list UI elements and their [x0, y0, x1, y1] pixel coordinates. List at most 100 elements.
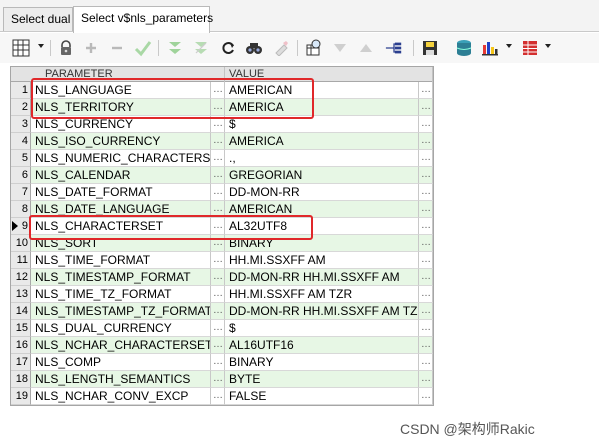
- cell-ellipsis-button[interactable]: …: [211, 235, 225, 252]
- cell-ellipsis-button[interactable]: …: [419, 184, 433, 201]
- cell-parameter[interactable]: NLS_ISO_CURRENCY: [31, 133, 211, 150]
- cell-ellipsis-button[interactable]: …: [211, 371, 225, 388]
- table-row[interactable]: 8 NLS_DATE_LANGUAGE… AMERICAN…: [11, 201, 433, 218]
- cell-parameter[interactable]: NLS_SORT: [31, 235, 211, 252]
- cell-ellipsis-button[interactable]: …: [211, 218, 225, 235]
- cell-parameter[interactable]: NLS_DATE_FORMAT: [31, 184, 211, 201]
- row-number[interactable]: 19: [11, 388, 31, 405]
- cell-ellipsis-button[interactable]: …: [211, 303, 225, 320]
- delete-record-icon[interactable]: [108, 39, 126, 57]
- cell-ellipsis-button[interactable]: …: [419, 133, 433, 150]
- cell-value[interactable]: BYTE: [225, 371, 419, 388]
- cell-ellipsis-button[interactable]: …: [211, 99, 225, 116]
- table-row[interactable]: 6 NLS_CALENDAR… GREGORIAN…: [11, 167, 433, 184]
- lock-icon[interactable]: [57, 39, 75, 57]
- find-icon[interactable]: [245, 39, 263, 57]
- row-number[interactable]: 13: [11, 286, 31, 303]
- cell-ellipsis-button[interactable]: …: [211, 286, 225, 303]
- row-number[interactable]: 5: [11, 150, 31, 167]
- cell-ellipsis-button[interactable]: …: [419, 116, 433, 133]
- cell-value[interactable]: GREGORIAN: [225, 167, 419, 184]
- cell-parameter[interactable]: NLS_NCHAR_CONV_EXCP: [31, 388, 211, 405]
- cell-ellipsis-button[interactable]: …: [211, 337, 225, 354]
- cell-ellipsis-button[interactable]: …: [211, 320, 225, 337]
- save-icon[interactable]: [421, 39, 439, 57]
- cell-value[interactable]: $: [225, 116, 419, 133]
- export-icon[interactable]: [385, 39, 403, 57]
- cell-value[interactable]: HH.MI.SSXFF AM: [225, 252, 419, 269]
- row-number[interactable]: 2: [11, 99, 31, 116]
- cell-ellipsis-button[interactable]: …: [419, 286, 433, 303]
- table-row[interactable]: 7 NLS_DATE_FORMAT… DD-MON-RR…: [11, 184, 433, 201]
- cell-ellipsis-button[interactable]: …: [419, 252, 433, 269]
- cell-parameter[interactable]: NLS_LANGUAGE: [31, 82, 211, 99]
- add-record-icon[interactable]: [82, 39, 100, 57]
- cell-parameter[interactable]: NLS_TIME_FORMAT: [31, 252, 211, 269]
- cell-parameter[interactable]: NLS_DUAL_CURRENCY: [31, 320, 211, 337]
- table-row[interactable]: 14 NLS_TIMESTAMP_TZ_FORMAT… DD-MON-RR HH.M…: [11, 303, 433, 320]
- cell-ellipsis-button[interactable]: …: [211, 167, 225, 184]
- cell-value[interactable]: BINARY: [225, 354, 419, 371]
- cell-ellipsis-button[interactable]: …: [419, 337, 433, 354]
- grid-view-icon[interactable]: [12, 39, 30, 57]
- table-row[interactable]: 19 NLS_NCHAR_CONV_EXCP… FALSE…: [11, 388, 433, 405]
- cell-value[interactable]: $: [225, 320, 419, 337]
- cell-ellipsis-button[interactable]: …: [211, 252, 225, 269]
- query-by-example-icon[interactable]: [305, 39, 323, 57]
- row-number[interactable]: 6: [11, 167, 31, 184]
- sort-asc-icon[interactable]: [357, 39, 375, 57]
- sort-desc-icon[interactable]: [331, 39, 349, 57]
- chart-icon[interactable]: [481, 39, 499, 57]
- table-row[interactable]: 10 NLS_SORT… BINARY…: [11, 235, 433, 252]
- table-row[interactable]: 1 NLS_LANGUAGE… AMERICAN…: [11, 82, 433, 99]
- column-header-value[interactable]: VALUE: [225, 67, 433, 82]
- cell-value[interactable]: DD-MON-RR HH.MI.SSXFF AM: [225, 269, 419, 286]
- cell-ellipsis-button[interactable]: …: [419, 303, 433, 320]
- cell-ellipsis-button[interactable]: …: [419, 82, 433, 99]
- results-grid[interactable]: PARAMETER VALUE 1 NLS_LANGUAGE… AMERICAN… 2…: [10, 66, 434, 406]
- cell-ellipsis-button[interactable]: …: [211, 201, 225, 218]
- cell-parameter[interactable]: NLS_NCHAR_CHARACTERSET: [31, 337, 211, 354]
- cell-ellipsis-button[interactable]: …: [419, 269, 433, 286]
- cell-value[interactable]: AL32UTF8: [225, 218, 419, 235]
- row-number[interactable]: 17: [11, 354, 31, 371]
- cell-parameter[interactable]: NLS_TIME_TZ_FORMAT: [31, 286, 211, 303]
- chevron-down-icon[interactable]: [506, 44, 512, 48]
- table-row[interactable]: 15 NLS_DUAL_CURRENCY… $…: [11, 320, 433, 337]
- cell-parameter[interactable]: NLS_CURRENCY: [31, 116, 211, 133]
- cell-value[interactable]: AMERICA: [225, 99, 419, 116]
- cell-ellipsis-button[interactable]: …: [419, 388, 433, 405]
- cell-value[interactable]: AMERICAN: [225, 82, 419, 99]
- cell-value[interactable]: .,: [225, 150, 419, 167]
- cell-value[interactable]: DD-MON-RR HH.MI.SSXFF AM TZR: [225, 303, 419, 320]
- row-number[interactable]: 18: [11, 371, 31, 388]
- cell-ellipsis-button[interactable]: …: [211, 354, 225, 371]
- database-icon[interactable]: [455, 39, 473, 57]
- clear-icon[interactable]: [272, 39, 290, 57]
- cell-ellipsis-button[interactable]: …: [419, 320, 433, 337]
- cell-ellipsis-button[interactable]: …: [419, 354, 433, 371]
- cell-value[interactable]: BINARY: [225, 235, 419, 252]
- tab-select-nls-parameters[interactable]: Select v$nls_parameters: [73, 6, 213, 33]
- row-number[interactable]: 11: [11, 252, 31, 269]
- table-row[interactable]: 13 NLS_TIME_TZ_FORMAT… HH.MI.SSXFF AM TZR…: [11, 286, 433, 303]
- row-number[interactable]: 15: [11, 320, 31, 337]
- tab-select-dual[interactable]: Select dual: [3, 7, 73, 31]
- cell-ellipsis-button[interactable]: …: [419, 235, 433, 252]
- cell-ellipsis-button[interactable]: …: [419, 99, 433, 116]
- cell-value[interactable]: DD-MON-RR: [225, 184, 419, 201]
- cell-parameter[interactable]: NLS_NUMERIC_CHARACTERS: [31, 150, 211, 167]
- cell-ellipsis-button[interactable]: …: [211, 133, 225, 150]
- table-row[interactable]: 18 NLS_LENGTH_SEMANTICS… BYTE…: [11, 371, 433, 388]
- cell-ellipsis-button[interactable]: …: [419, 218, 433, 235]
- table-icon[interactable]: [521, 39, 539, 57]
- table-row[interactable]: 11 NLS_TIME_FORMAT… HH.MI.SSXFF AM…: [11, 252, 433, 269]
- table-row[interactable]: 5 NLS_NUMERIC_CHARACTERS….,…: [11, 150, 433, 167]
- chevron-down-icon[interactable]: [38, 44, 44, 48]
- row-number[interactable]: 14: [11, 303, 31, 320]
- refresh-icon[interactable]: [220, 39, 238, 57]
- cell-parameter[interactable]: NLS_TIMESTAMP_FORMAT: [31, 269, 211, 286]
- chevron-down-icon[interactable]: [545, 44, 551, 48]
- cell-ellipsis-button[interactable]: …: [419, 201, 433, 218]
- row-number[interactable]: 16: [11, 337, 31, 354]
